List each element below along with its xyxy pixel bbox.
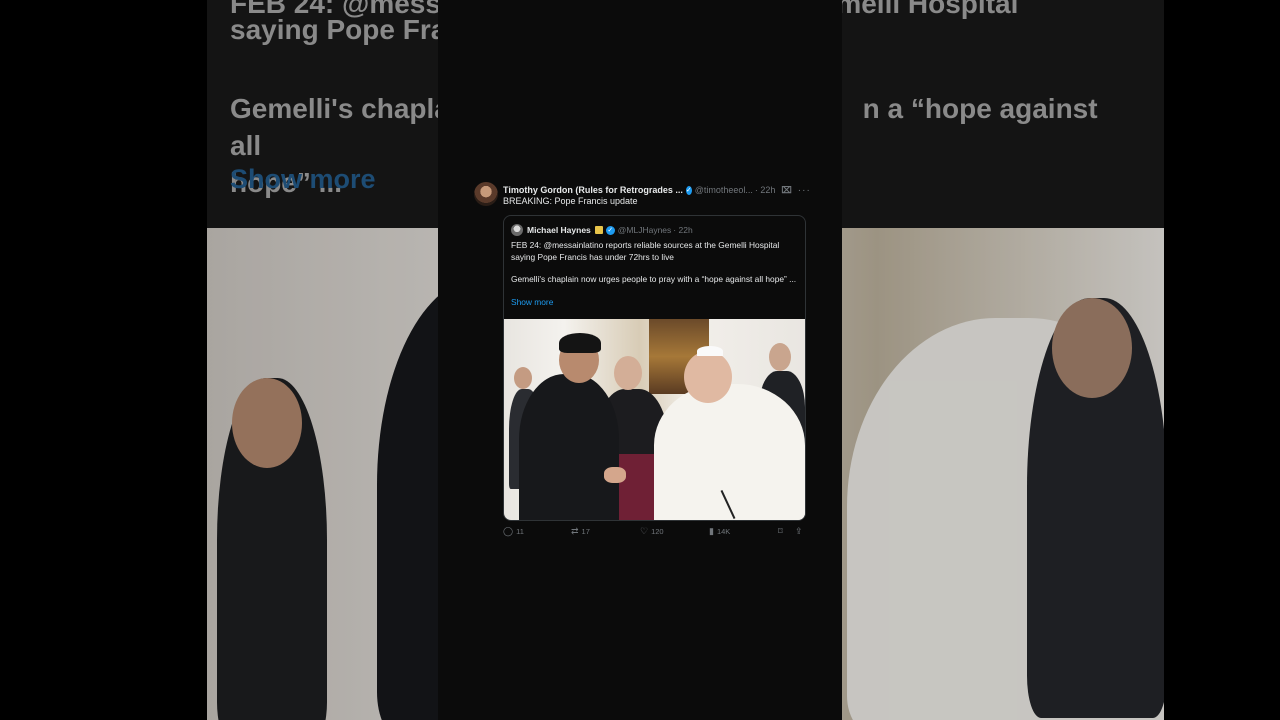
verified-badge-icon: ✓: [685, 185, 692, 195]
like-count: 120: [651, 527, 664, 536]
bookmark-button[interactable]: ⌑: [778, 526, 786, 537]
show-more-link[interactable]: Show more: [511, 297, 801, 309]
views-icon: ▮: [709, 526, 714, 536]
repost-button[interactable]: ⇄ 17: [571, 526, 590, 537]
tweet-text: BREAKING: Pope Francis update: [503, 196, 638, 206]
grok-icon[interactable]: ⌧: [781, 185, 791, 196]
share-icon: ⇪: [795, 526, 803, 536]
quoted-tweet[interactable]: Michael Haynes ✓ @MLJHaynes · 22h FEB 24…: [503, 215, 806, 521]
quoted-handle[interactable]: @MLJHaynes: [618, 225, 672, 235]
verified-badge-icon: ✓: [605, 225, 615, 235]
avatar[interactable]: [474, 182, 498, 206]
like-button[interactable]: ♡ 120: [640, 526, 664, 537]
repost-count: 17: [581, 527, 590, 536]
quoted-author-name[interactable]: Michael Haynes: [527, 225, 591, 235]
quoted-paragraph: FEB 24: @messainlatino reports reliable …: [511, 240, 780, 262]
view-count: 14K: [716, 527, 731, 536]
tweet-photo[interactable]: [504, 319, 805, 520]
views-button[interactable]: ▮ 14K: [709, 526, 730, 537]
background-text-line: saying Pope Fran: [230, 14, 464, 45]
quoted-paragraph: Gemelli's chaplain now urges people to p…: [511, 274, 797, 285]
quoted-tweet-header: Michael Haynes ✓ @MLJHaynes · 22h: [511, 224, 693, 236]
heart-icon: ♡: [640, 526, 649, 536]
background-show-more: Show more: [230, 164, 376, 194]
quoted-text: FEB 24: @messainlatino reports reliable …: [511, 240, 801, 308]
bookmark-icon: ⌑: [778, 526, 783, 536]
tweet-time[interactable]: · 22h: [755, 185, 776, 195]
share-button[interactable]: ⇪: [795, 526, 806, 537]
reply-count: 11: [516, 527, 524, 536]
tweet-actions: ◯ 11 ⇄ 17 ♡ 120 ▮ 14K ⌑ ⇪: [503, 526, 806, 538]
more-options-icon[interactable]: ···: [798, 185, 811, 196]
quoted-time[interactable]: · 22h: [673, 225, 692, 235]
gold-badge-icon: [594, 226, 603, 234]
tweet-header: Timothy Gordon (Rules for Retrogrades ..…: [503, 184, 811, 196]
repost-icon: ⇄: [571, 526, 579, 536]
reply-icon: ◯: [503, 526, 514, 536]
quoted-avatar[interactable]: [511, 224, 523, 236]
author-handle[interactable]: @timotheeol...: [695, 185, 753, 195]
reply-button[interactable]: ◯ 11: [503, 526, 524, 537]
author-name[interactable]: Timothy Gordon (Rules for Retrogrades ..…: [503, 185, 683, 195]
